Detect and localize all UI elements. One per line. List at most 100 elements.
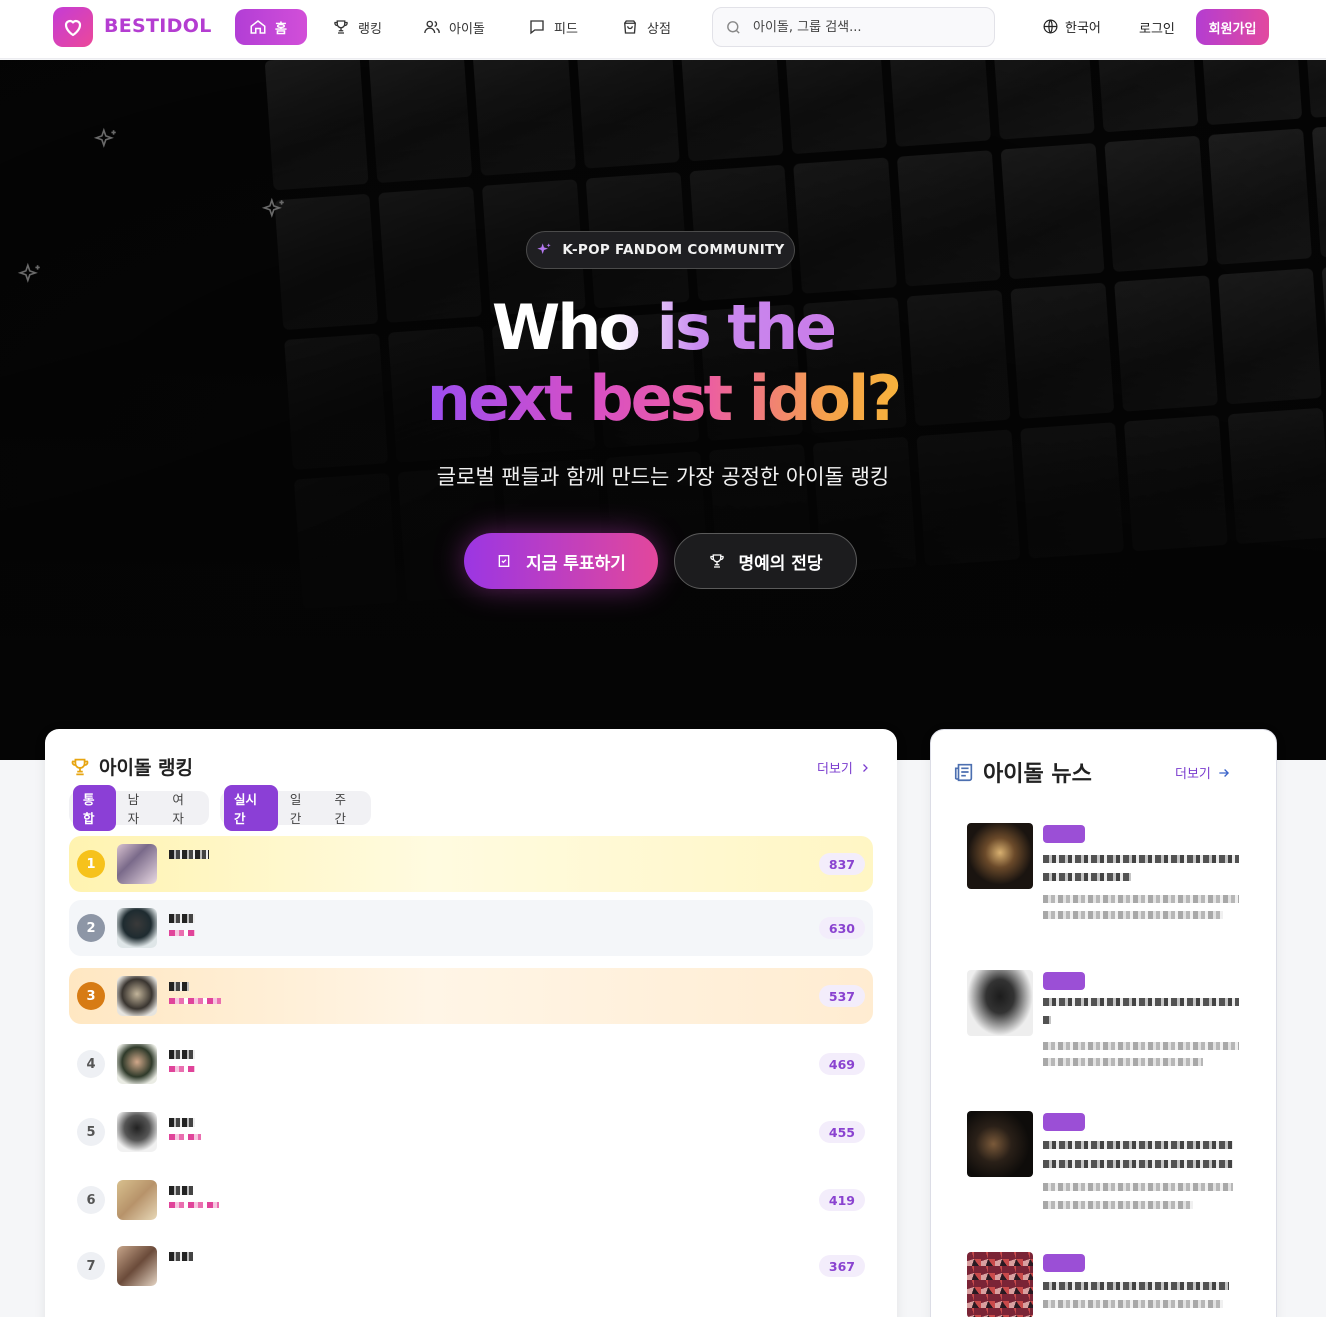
- newspaper-icon: [954, 763, 973, 782]
- top-nav: BESTIDOL 홈 랭킹 아이돌 피드 상점 한국어 로그인 회원가입: [0, 0, 1326, 59]
- news-thumbnail: [967, 823, 1033, 889]
- vote-score: 419: [818, 1189, 865, 1211]
- nav-label: 피드: [554, 21, 578, 37]
- idol-avatar: [117, 1246, 157, 1286]
- filter-realtime[interactable]: 실시간: [224, 785, 278, 831]
- rank-number: 2: [77, 914, 105, 942]
- period-filter: 실시간 일간 주간: [220, 785, 371, 831]
- trophy-icon: [71, 758, 89, 775]
- filter-weekly[interactable]: 주간: [324, 785, 367, 831]
- idol-avatar: [117, 976, 157, 1016]
- rank-number: 7: [77, 1252, 105, 1280]
- filter-all[interactable]: 통합: [73, 785, 116, 831]
- rank-number: 5: [77, 1118, 105, 1146]
- news-item[interactable]: [967, 823, 1242, 933]
- idol-name: [169, 1252, 193, 1261]
- chevron-right-icon: [862, 763, 868, 772]
- search-icon: [727, 21, 740, 34]
- news-thumbnail: [967, 1111, 1033, 1177]
- filter-male[interactable]: 남자: [118, 785, 161, 831]
- rank-number: 6: [77, 1186, 105, 1214]
- idol-name: [169, 982, 189, 991]
- idol-name: [169, 1050, 195, 1059]
- news-title-text: 아이돌 뉴스: [983, 762, 1092, 787]
- users-icon: [424, 20, 440, 34]
- news-headline: [1043, 1282, 1229, 1290]
- ranking-row[interactable]: 3 537: [69, 968, 873, 1024]
- vote-score: 630: [818, 917, 865, 939]
- idol-avatar: [117, 908, 157, 948]
- gender-filter: 통합 남자 여자: [69, 785, 209, 831]
- news-item[interactable]: [967, 1111, 1242, 1221]
- hero-headline-line1: Who is the: [491, 291, 837, 364]
- news-item[interactable]: [967, 970, 1242, 1080]
- nav-label: 랭킹: [358, 21, 382, 37]
- news-category-tag: [1043, 825, 1085, 843]
- idol-name: [169, 914, 195, 923]
- vote-score: 537: [818, 985, 865, 1007]
- nav-label: 홈: [275, 21, 287, 37]
- news-snippet: [1043, 911, 1223, 919]
- more-label: 더보기: [1175, 767, 1211, 782]
- ballot-icon: [498, 555, 510, 567]
- news-snippet: [1043, 1042, 1239, 1050]
- news-item[interactable]: [967, 1252, 1242, 1317]
- sparkle-icon: [261, 197, 284, 218]
- nav-ranking[interactable]: 랭킹: [318, 9, 396, 45]
- vote-now-button[interactable]: 지금 투표하기: [464, 533, 658, 589]
- nav-home[interactable]: 홈: [235, 9, 307, 45]
- group-name: [169, 1202, 219, 1208]
- group-name: [169, 1134, 201, 1140]
- rank-number: 4: [77, 1050, 105, 1078]
- news-category-tag: [1043, 1254, 1085, 1272]
- ranking-more-link[interactable]: 더보기: [817, 758, 871, 777]
- sparkle-icon: [17, 262, 40, 283]
- trophy-icon: [710, 554, 725, 568]
- ranking-row[interactable]: 5 455: [69, 1104, 873, 1160]
- news-headline: [1043, 1141, 1233, 1149]
- signup-button[interactable]: 회원가입: [1196, 9, 1269, 45]
- logo-heart-icon[interactable]: [53, 7, 93, 47]
- nav-label: 상점: [647, 21, 671, 37]
- ranking-row[interactable]: 4 469: [69, 1036, 873, 1092]
- more-label: 더보기: [817, 762, 853, 777]
- idol-avatar: [117, 1044, 157, 1084]
- nav-label: 아이돌: [449, 21, 485, 37]
- rank-number: 3: [77, 982, 105, 1010]
- search-box[interactable]: [712, 7, 995, 47]
- news-headline: [1043, 1160, 1233, 1168]
- logo-text[interactable]: BESTIDOL: [104, 15, 212, 37]
- hall-of-fame-label: 명예의 전당: [738, 553, 823, 574]
- idol-avatar: [117, 1112, 157, 1152]
- ranking-title: 아이돌 랭킹: [69, 753, 193, 780]
- home-icon: [250, 20, 266, 34]
- news-more-link[interactable]: 더보기: [1175, 763, 1231, 782]
- shopping-bag-icon: [624, 20, 636, 34]
- ranking-row[interactable]: 2 630: [69, 900, 873, 956]
- hall-of-fame-button[interactable]: 명예의 전당: [674, 533, 857, 589]
- ranking-row[interactable]: 7 367: [69, 1238, 873, 1294]
- news-snippet: [1043, 1183, 1233, 1191]
- filter-female[interactable]: 여자: [162, 785, 205, 831]
- login-link[interactable]: 로그인: [1139, 18, 1175, 37]
- idol-name: [169, 1186, 193, 1195]
- filter-daily[interactable]: 일간: [280, 785, 323, 831]
- ranking-row[interactable]: 1 837: [69, 836, 873, 892]
- trophy-icon: [334, 20, 348, 34]
- nav-feed[interactable]: 피드: [514, 9, 592, 45]
- arrow-right-icon: [1219, 768, 1229, 777]
- search-input[interactable]: [753, 19, 983, 35]
- group-name: [169, 930, 195, 936]
- vote-now-label: 지금 투표하기: [526, 553, 626, 574]
- nav-shop[interactable]: 상점: [607, 9, 685, 45]
- globe-icon: [1043, 19, 1058, 34]
- news-snippet: [1043, 1300, 1223, 1308]
- nav-idols[interactable]: 아이돌: [409, 9, 499, 45]
- idol-avatar: [117, 1180, 157, 1220]
- ranking-row[interactable]: 6 419: [69, 1172, 873, 1228]
- group-name: [169, 1066, 195, 1072]
- news-snippet: [1043, 1058, 1203, 1066]
- language-selector[interactable]: 한국어: [1042, 17, 1101, 36]
- news-headline: [1043, 873, 1131, 881]
- ranking-title-text: 아이돌 랭킹: [99, 757, 194, 779]
